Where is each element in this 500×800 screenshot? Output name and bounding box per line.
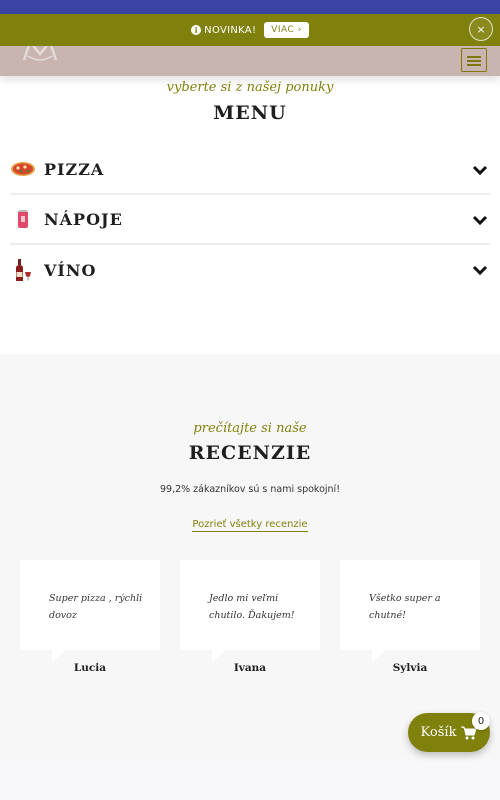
info-circle-icon: i (191, 25, 202, 35)
review-card-tail (372, 650, 386, 662)
reviews-title: RECENZIE (188, 442, 312, 464)
review-author: Sylvia (392, 662, 428, 674)
pizza-icon (10, 156, 36, 182)
review-card: Super pizza , rýchli dovoz (20, 560, 160, 662)
review-card: Všetko super a chutné! (340, 560, 480, 662)
announcement-close-button[interactable]: × (469, 17, 493, 41)
announcement-more-button[interactable]: VIAC › (264, 22, 309, 38)
chevron-down-icon (472, 265, 488, 276)
menu-item-label: NÁPOJE (44, 209, 123, 229)
review-text: Všetko super a chutné! (369, 593, 441, 621)
all-reviews-link[interactable]: Pozrieť všetky recenzie (0, 519, 500, 532)
menu-item-label: PIZZA (44, 159, 105, 179)
review-text: Super pizza , rýchli dovoz (49, 593, 143, 621)
menu-item-napoje[interactable]: NÁPOJE (10, 195, 490, 245)
menu-script-title: vyberte si z našej ponuky (166, 80, 334, 95)
cart-label[interactable]: Košík (421, 725, 457, 740)
next-section (0, 758, 500, 800)
cart-count-badge: 0 (472, 712, 490, 730)
review-author: Lucia (73, 662, 107, 674)
all-reviews-link-label[interactable]: Pozrieť všetky recenzie (192, 519, 308, 532)
hamburger-menu-button[interactable] (461, 48, 487, 72)
reviews-section (0, 354, 500, 758)
review-card-tail (212, 650, 226, 662)
menu-item-vino[interactable]: VÍNO (10, 245, 490, 295)
reviews-script-title: prečítajte si naše (193, 421, 307, 436)
announcement-text: NOVINKA! (204, 24, 257, 36)
review-card-tail (52, 650, 66, 662)
review-author: Ivana (233, 662, 267, 674)
menu-title: MENU (213, 102, 287, 124)
menu-item-pizza[interactable]: PIZZA (10, 145, 490, 195)
chevron-down-icon (472, 165, 488, 176)
review-card: Jedlo mi veľmi chutilo. Ďakujem! (180, 560, 320, 662)
menu-item-label: VÍNO (44, 260, 97, 280)
chevron-down-icon (472, 215, 488, 226)
satisfaction-text: 99,2% zákazníkov sú s nami spokojní! (159, 484, 341, 495)
top-accent-bar (0, 0, 500, 14)
drink-can-icon (10, 206, 36, 232)
wine-bottle-icon (10, 257, 36, 283)
announcement-bar: i NOVINKA! VIAC › (0, 14, 500, 46)
review-text: Jedlo mi veľmi chutilo. Ďakujem! (209, 593, 295, 621)
